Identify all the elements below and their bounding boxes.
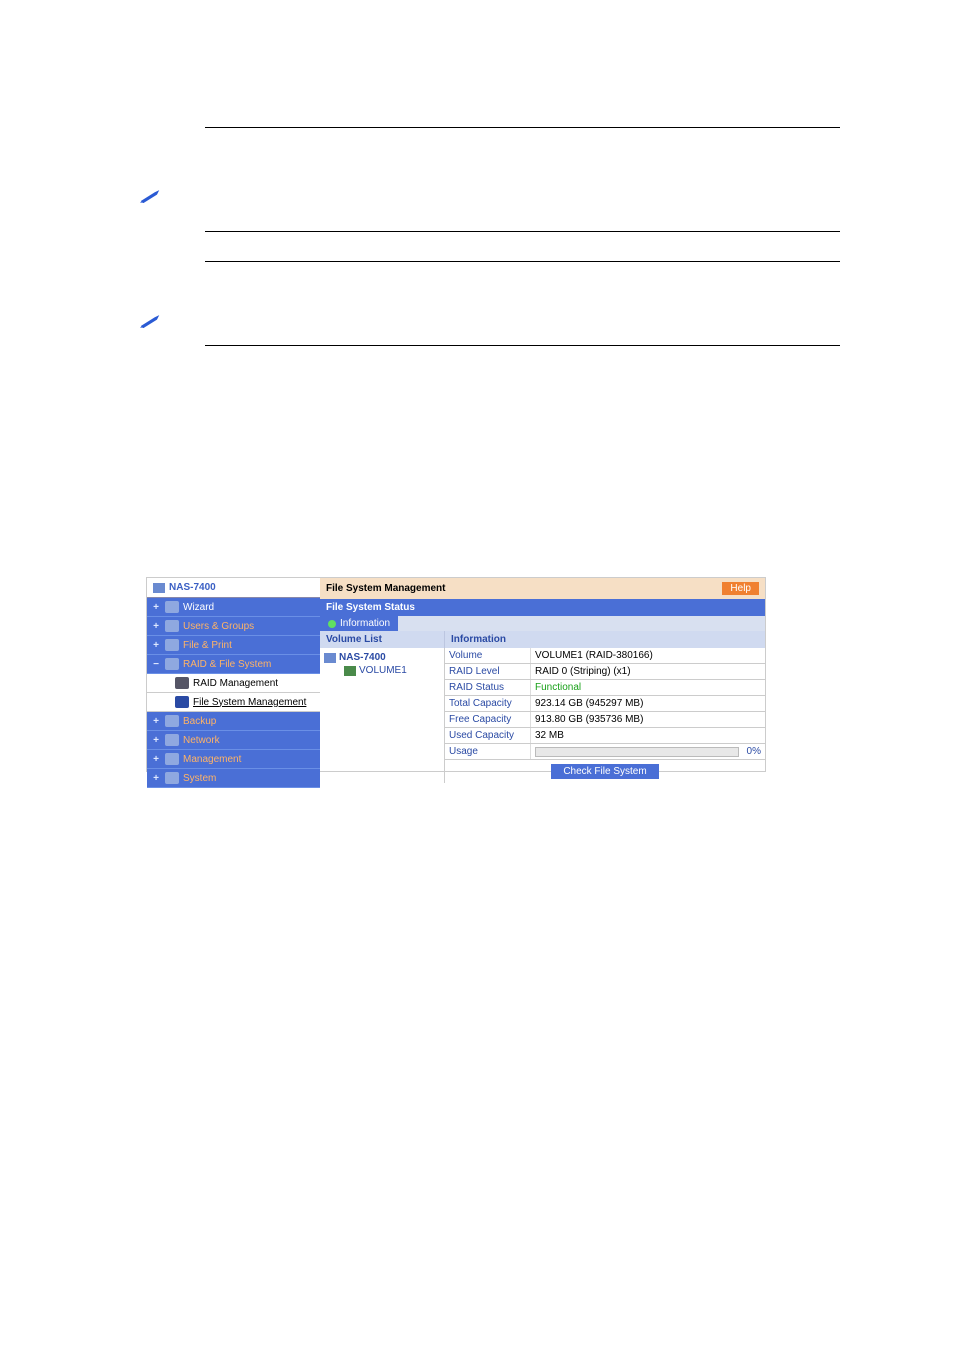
sidebar-item-label: Network bbox=[183, 735, 220, 746]
sidebar-item-label: File System Management bbox=[193, 697, 306, 708]
sidebar-item-wizard[interactable]: + Wizard bbox=[147, 598, 320, 617]
expand-icon[interactable]: + bbox=[151, 716, 161, 727]
info-value: 32 MB bbox=[530, 728, 765, 743]
expand-icon[interactable]: + bbox=[151, 773, 161, 784]
sidebar-item-users-groups[interactable]: + Users & Groups bbox=[147, 617, 320, 636]
sidebar-root-label: NAS-7400 bbox=[169, 582, 216, 593]
page-title: File System Management bbox=[326, 583, 445, 594]
section-header: File System Status bbox=[320, 599, 765, 616]
tree-item-volume1[interactable]: VOLUME1 bbox=[320, 665, 444, 676]
info-row-used-capacity: Used Capacity 32 MB bbox=[445, 728, 765, 744]
note-icon bbox=[140, 314, 160, 328]
info-value: 913.80 GB (935736 MB) bbox=[530, 712, 765, 727]
volume-icon bbox=[344, 666, 356, 676]
info-row-volume: Volume VOLUME1 (RAID-380166) bbox=[445, 648, 765, 664]
info-row-free-capacity: Free Capacity 913.80 GB (935736 MB) bbox=[445, 712, 765, 728]
raid-mgmt-icon bbox=[175, 677, 189, 689]
sidebar-item-label: RAID & File System bbox=[183, 659, 271, 670]
active-tab-icon bbox=[328, 620, 336, 628]
check-file-system-button[interactable]: Check File System bbox=[551, 764, 658, 779]
sidebar-item-label: System bbox=[183, 773, 216, 784]
file-print-icon bbox=[165, 639, 179, 651]
sidebar-item-label: Backup bbox=[183, 716, 216, 727]
system-icon bbox=[165, 772, 179, 784]
divider bbox=[205, 127, 840, 128]
sidebar-item-label: RAID Management bbox=[193, 678, 278, 689]
info-row-raid-status: RAID Status Functional bbox=[445, 680, 765, 696]
expand-icon[interactable]: + bbox=[151, 735, 161, 746]
page-header: File System Management Help bbox=[320, 578, 765, 599]
sidebar-item-label: File & Print bbox=[183, 640, 232, 651]
sidebar-item-label: Wizard bbox=[183, 602, 214, 613]
content-row: NAS-7400 VOLUME1 Volume VOLUME1 (RAID-38… bbox=[320, 648, 765, 783]
info-label: RAID Level bbox=[445, 664, 530, 679]
sidebar-item-system[interactable]: + System bbox=[147, 769, 320, 788]
tab-row: Information bbox=[320, 616, 765, 631]
info-value: VOLUME1 (RAID-380166) bbox=[530, 648, 765, 663]
expand-icon[interactable]: + bbox=[151, 602, 161, 613]
info-value: Functional bbox=[530, 680, 765, 695]
app-window: NAS-7400 + Wizard + Users & Groups + Fil… bbox=[146, 577, 766, 772]
sidebar-item-file-print[interactable]: + File & Print bbox=[147, 636, 320, 655]
sidebar-item-management[interactable]: + Management bbox=[147, 750, 320, 769]
sidebar-item-network[interactable]: + Network bbox=[147, 731, 320, 750]
usage-bar bbox=[535, 747, 739, 757]
sidebar-item-label: Users & Groups bbox=[183, 621, 254, 632]
sidebar-item-raid-filesystem[interactable]: − RAID & File System bbox=[147, 655, 320, 674]
tab-label: Information bbox=[340, 618, 390, 629]
sidebar-item-backup[interactable]: + Backup bbox=[147, 712, 320, 731]
help-button[interactable]: Help bbox=[722, 582, 759, 595]
info-value: 923.14 GB (945297 MB) bbox=[530, 696, 765, 711]
divider bbox=[205, 261, 840, 262]
info-label: Free Capacity bbox=[445, 712, 530, 727]
info-label: Volume bbox=[445, 648, 530, 663]
info-value: RAID 0 (Striping) (x1) bbox=[530, 664, 765, 679]
divider bbox=[205, 231, 840, 232]
device-icon bbox=[153, 583, 165, 593]
expand-icon[interactable]: + bbox=[151, 640, 161, 651]
expand-icon[interactable]: + bbox=[151, 754, 161, 765]
expand-icon[interactable]: + bbox=[151, 621, 161, 632]
info-row-usage: Usage 0% bbox=[445, 744, 765, 760]
management-icon bbox=[165, 753, 179, 765]
network-icon bbox=[165, 734, 179, 746]
info-label: RAID Status bbox=[445, 680, 530, 695]
info-label: Total Capacity bbox=[445, 696, 530, 711]
col-header-volume-list: Volume List bbox=[320, 631, 445, 648]
collapse-icon[interactable]: − bbox=[151, 659, 161, 670]
backup-icon bbox=[165, 715, 179, 727]
users-icon bbox=[165, 620, 179, 632]
info-table: Volume VOLUME1 (RAID-380166) RAID Level … bbox=[445, 648, 765, 783]
tree-item-label: VOLUME1 bbox=[359, 665, 407, 676]
wizard-icon bbox=[165, 601, 179, 613]
column-headers: Volume List Information bbox=[320, 631, 765, 648]
usage-cell: 0% bbox=[530, 744, 765, 759]
sidebar: NAS-7400 + Wizard + Users & Groups + Fil… bbox=[147, 578, 320, 771]
sidebar-item-file-system-management[interactable]: File System Management bbox=[147, 693, 320, 712]
raid-icon bbox=[165, 658, 179, 670]
main-panel: File System Management Help File System … bbox=[320, 578, 765, 771]
tree-root-label: NAS-7400 bbox=[339, 652, 386, 663]
info-label: Usage bbox=[445, 744, 530, 759]
volume-tree: NAS-7400 VOLUME1 bbox=[320, 648, 445, 783]
sidebar-item-raid-management[interactable]: RAID Management bbox=[147, 674, 320, 693]
info-row-raid-level: RAID Level RAID 0 (Striping) (x1) bbox=[445, 664, 765, 680]
button-row: Check File System bbox=[445, 760, 765, 783]
col-header-information: Information bbox=[445, 631, 765, 648]
divider bbox=[205, 345, 840, 346]
device-icon bbox=[324, 653, 336, 663]
sidebar-item-label: Management bbox=[183, 754, 241, 765]
info-label: Used Capacity bbox=[445, 728, 530, 743]
tree-root[interactable]: NAS-7400 bbox=[320, 652, 444, 663]
sidebar-root[interactable]: NAS-7400 bbox=[147, 578, 320, 598]
tab-information[interactable]: Information bbox=[320, 616, 398, 631]
usage-percent: 0% bbox=[747, 746, 761, 757]
note-icon bbox=[140, 189, 160, 203]
fs-mgmt-icon bbox=[175, 696, 189, 708]
info-row-total-capacity: Total Capacity 923.14 GB (945297 MB) bbox=[445, 696, 765, 712]
